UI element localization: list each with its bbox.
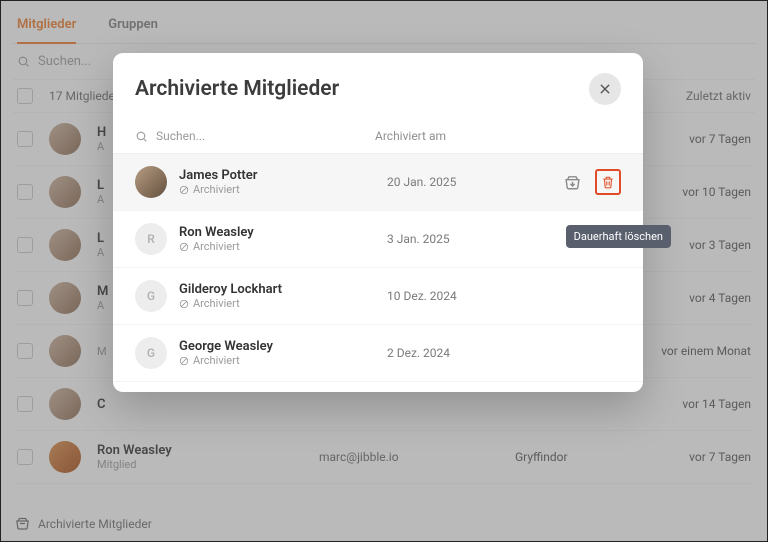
member-status: Archiviert	[179, 354, 375, 367]
archived-date: 3 Jan. 2025	[387, 232, 517, 246]
archived-date: 2 Dez. 2024	[387, 346, 517, 360]
modal-date-header: Archiviert am	[375, 129, 446, 143]
member-name: Gilderoy Lockhart	[179, 282, 375, 297]
member-name: James Potter	[179, 168, 375, 183]
delete-tooltip: Dauerhaft löschen	[566, 225, 671, 248]
modal-title: Archivierte Mitglieder	[135, 77, 339, 101]
ban-icon	[179, 185, 189, 195]
member-info: Gilderoy Lockhart Archiviert	[179, 282, 375, 310]
close-button[interactable]	[589, 73, 621, 105]
archived-members-modal: Archivierte Mitglieder Suchen... Archivi…	[113, 53, 643, 392]
avatar: G	[135, 280, 167, 312]
archived-date: 20 Jan. 2025	[387, 175, 517, 189]
member-status: Archiviert	[179, 297, 375, 310]
member-status: Archiviert	[179, 183, 375, 196]
search-icon	[135, 130, 148, 143]
modal-search-placeholder: Suchen...	[156, 129, 205, 143]
avatar: R	[135, 223, 167, 255]
archived-row[interactable]: R Ron Weasley Archiviert 3 Jan. 2025	[113, 211, 643, 268]
ban-icon	[179, 242, 189, 252]
ban-icon	[179, 299, 189, 309]
archived-row[interactable]: G George Weasley Archiviert 2 Dez. 2024	[113, 325, 643, 382]
member-name: George Weasley	[179, 339, 375, 354]
restore-icon[interactable]	[564, 174, 581, 191]
member-info: Ron Weasley Archiviert	[179, 225, 375, 253]
archived-date: 10 Dez. 2024	[387, 289, 517, 303]
archived-row[interactable]: James Potter Archiviert 20 Jan. 2025	[113, 154, 643, 211]
archived-row[interactable]: G Gilderoy Lockhart Archiviert 10 Dez. 2…	[113, 268, 643, 325]
close-icon	[598, 82, 612, 96]
delete-icon[interactable]	[595, 169, 621, 195]
member-info: James Potter Archiviert	[179, 168, 375, 196]
avatar: G	[135, 337, 167, 369]
member-status: Archiviert	[179, 240, 375, 253]
member-name: Ron Weasley	[179, 225, 375, 240]
ban-icon	[179, 356, 189, 366]
modal-search-input[interactable]: Suchen...	[135, 129, 375, 143]
avatar	[135, 166, 167, 198]
modal-search-row: Suchen... Archiviert am	[113, 117, 643, 154]
member-info: George Weasley Archiviert	[179, 339, 375, 367]
